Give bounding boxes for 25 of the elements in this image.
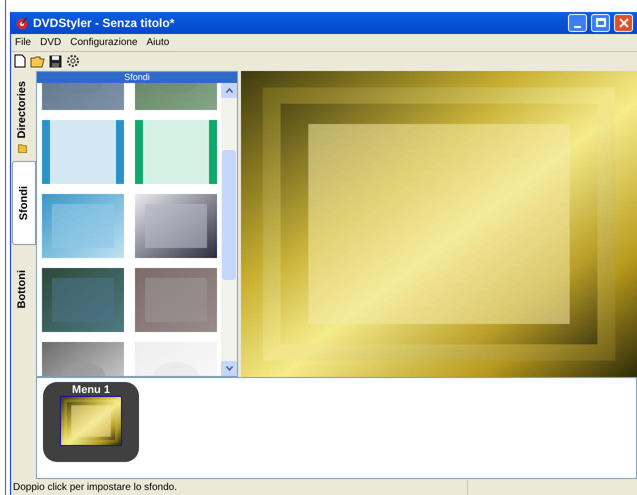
menu-item[interactable]: DVD [40,34,62,50]
app-icon [15,16,29,30]
folder-icon [16,142,28,154]
side-tab[interactable]: Directories [11,73,33,162]
window-title: DVDStyler - Senza titolo* [33,14,176,32]
menu-item[interactable]: Configurazione [70,34,138,50]
minimize-button[interactable] [568,14,587,32]
folder-icon[interactable] [30,54,45,68]
panel-header: Sfondi [37,72,237,84]
side-tab[interactable]: Sfondi [12,161,36,246]
settings-icon[interactable] [66,54,80,68]
maximize-button[interactable] [591,14,610,32]
save-icon[interactable] [49,54,62,68]
scroll-up-icon[interactable] [226,88,232,94]
menu-thumbnail[interactable]: Menu 1 [43,382,139,462]
menu-item[interactable]: Aiuto [146,34,170,50]
status-text: Doppio click per impostare lo sfondo. [11,480,468,495]
close-icon [618,18,628,28]
close-button[interactable] [614,14,633,32]
scroll-down-icon[interactable] [226,366,232,372]
new-file-icon[interactable] [14,54,26,68]
menu-item[interactable]: File [15,34,32,50]
menu-label: Menu 1 [72,384,110,396]
side-tab[interactable]: Bottoni [11,245,33,334]
scrollbar[interactable] [221,83,237,376]
